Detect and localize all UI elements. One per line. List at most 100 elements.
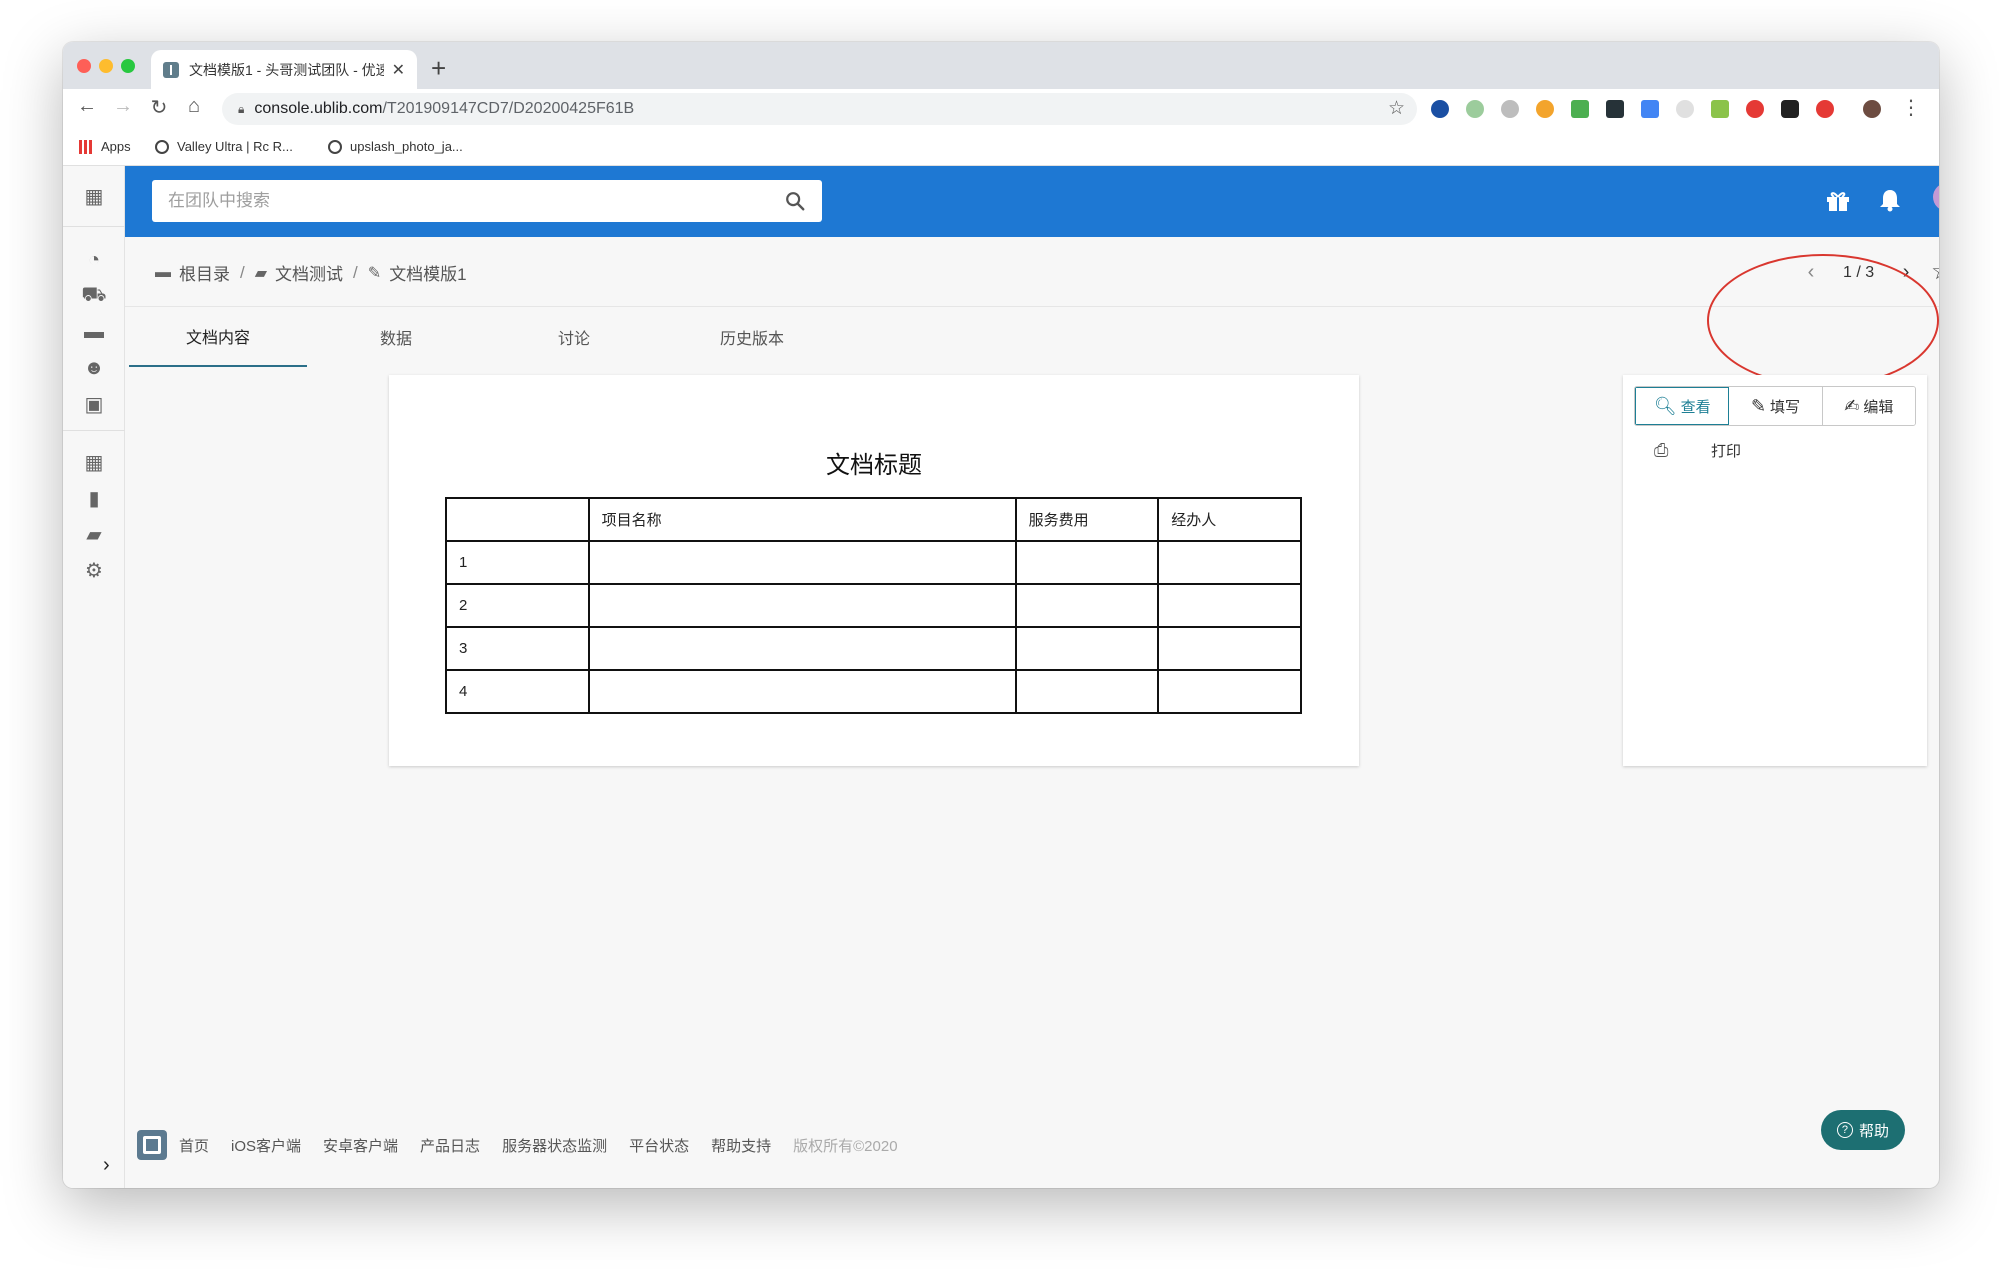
fill-button[interactable]: ✎ 填写: [1729, 387, 1823, 425]
help-label: 帮助: [1858, 1122, 1889, 1140]
team-icon[interactable]: ☻: [82, 356, 106, 380]
tab-close-icon[interactable]: ✕: [392, 60, 405, 80]
table-cell: [587, 669, 1017, 714]
table-cell: [1014, 669, 1160, 714]
table-cell: 2: [445, 583, 590, 628]
trash-icon[interactable]: ▮: [82, 486, 106, 510]
lock-icon: 🔒︎: [238, 101, 245, 116]
gear-icon[interactable]: ⚙: [82, 558, 106, 582]
tab-data[interactable]: 数据: [307, 307, 485, 367]
view-button[interactable]: 🔍︎ 查看: [1635, 387, 1730, 425]
building-icon[interactable]: ▦: [82, 184, 106, 208]
search-icon[interactable]: [784, 190, 806, 212]
green-extension-icon[interactable]: [1466, 100, 1484, 118]
footer-link-home[interactable]: 首页: [179, 1135, 209, 1156]
browser-tab-title: 文档模版1 - 头哥测试团队 - 优速: [189, 61, 384, 78]
drive-icon: ▬: [155, 263, 171, 281]
maximize-window-button[interactable]: [121, 59, 135, 73]
footer-copyright: 版权所有©2020: [793, 1137, 898, 1155]
document-search-icon: 🔍︎: [1653, 395, 1677, 416]
bookmark-label: Valley Ultra | Rc R...: [177, 139, 293, 154]
print-label: 打印: [1711, 443, 1742, 460]
team-search-box[interactable]: [152, 180, 822, 222]
document-edit-icon: ✎: [367, 264, 382, 282]
table-header-row: 项目名称 服务费用 经办人: [445, 497, 1302, 542]
building-icon[interactable]: ▦: [82, 450, 106, 474]
sidebar-divider: [63, 226, 125, 227]
minimize-window-button[interactable]: [99, 59, 113, 73]
bell-icon[interactable]: [1879, 188, 1901, 212]
bookmarks-bar: Apps Valley Ultra | Rc R... upslash_phot…: [63, 129, 1939, 166]
search-input[interactable]: [168, 191, 784, 211]
footer-link-ios[interactable]: iOS客户端: [231, 1135, 301, 1156]
folder-info-icon[interactable]: ▰: [82, 522, 106, 546]
document-title: 文档标题: [826, 451, 922, 479]
briefcase-icon[interactable]: ▣: [82, 392, 106, 416]
js-extension-icon[interactable]: [1711, 100, 1729, 118]
footer-link-platform-status[interactable]: 平台状态: [629, 1135, 689, 1156]
sidebar-divider: [63, 430, 125, 431]
edit-button[interactable]: ✍ 编辑: [1822, 387, 1915, 425]
bookmark-valley[interactable]: Valley Ultra | Rc R...: [155, 139, 293, 154]
favorite-star-icon[interactable]: ☆: [1931, 257, 1939, 286]
tab-discussion[interactable]: 讨论: [485, 307, 663, 367]
close-window-button[interactable]: [77, 59, 91, 73]
table-cell: [1157, 669, 1302, 714]
back-arrow-icon[interactable]: ←: [73, 95, 101, 118]
url-path: /T201909147CD7/D20200425F61B: [382, 100, 635, 117]
print-button[interactable]: ⎙ 打印: [1654, 440, 1741, 461]
user-avatar[interactable]: 尹: [1933, 183, 1939, 211]
tab-content[interactable]: 文档内容: [129, 307, 307, 367]
browser-tab[interactable]: 文档模版1 - 头哥测试团队 - 优速 ✕: [151, 50, 417, 89]
edit-button-label: 编辑: [1863, 398, 1894, 416]
bookmark-label: upslash_photo_ja...: [350, 139, 463, 154]
react-extension-icon[interactable]: [1606, 100, 1624, 118]
table-cell: [1014, 626, 1160, 671]
footer-link-server-status[interactable]: 服务器状态监测: [502, 1135, 607, 1156]
bookmark-upslash[interactable]: upslash_photo_ja...: [328, 139, 463, 154]
home-icon[interactable]: ⌂: [180, 95, 208, 118]
table-header-cell: 项目名称: [587, 497, 1017, 542]
footer-link-changelog[interactable]: 产品日志: [420, 1135, 480, 1156]
breadcrumb: ▬ 根目录 / ▰ 文档测试 / ✎ 文档模版1: [155, 260, 467, 285]
browser-menu-icon[interactable]: ⋮: [1897, 95, 1925, 120]
rss-feed-icon[interactable]: ◔: [82, 248, 106, 272]
fill-button-label: 填写: [1770, 398, 1801, 416]
bookmark-apps[interactable]: Apps: [79, 139, 131, 154]
help-button[interactable]: ? 帮助: [1821, 1110, 1905, 1150]
browser-tab-strip: 文档模版1 - 头哥测试团队 - 优速 ✕ +: [63, 42, 1939, 89]
breadcrumb-separator: /: [353, 262, 358, 282]
view-button-label: 查看: [1680, 398, 1711, 416]
breadcrumb-folder[interactable]: ▰ 文档测试: [255, 260, 343, 285]
forward-arrow-icon[interactable]: →: [109, 95, 137, 118]
app-logo-icon[interactable]: [137, 1130, 167, 1160]
folder-icon: ▰: [254, 264, 268, 282]
footer-link-support[interactable]: 帮助支持: [711, 1135, 771, 1156]
pencil-icon: ✎: [1750, 395, 1767, 416]
expand-sidebar-icon[interactable]: ›: [103, 1154, 110, 1177]
gear-extension-icon[interactable]: [1501, 100, 1519, 118]
profile-avatar-icon[interactable]: [1863, 100, 1881, 118]
bw-extension-icon[interactable]: [1571, 100, 1589, 118]
app-header: 尹: [125, 166, 1939, 237]
badge-extension-icon[interactable]: [1816, 100, 1834, 118]
tab-history[interactable]: 历史版本: [663, 307, 841, 367]
gift-icon[interactable]: [1825, 188, 1851, 212]
bolt-extension-icon[interactable]: [1676, 100, 1694, 118]
table-row: 2: [445, 583, 1302, 628]
table-cell: [587, 540, 1017, 585]
password-extension-icon[interactable]: [1431, 100, 1449, 118]
dark-extension-icon[interactable]: [1781, 100, 1799, 118]
translate-extension-icon[interactable]: [1641, 100, 1659, 118]
footer-link-android[interactable]: 安卓客户端: [323, 1135, 398, 1156]
bookmark-star-icon[interactable]: ☆: [1388, 97, 1405, 120]
address-bar[interactable]: 🔒︎ console.ublib.com/T201909147CD7/D2020…: [222, 93, 1417, 125]
drive-icon[interactable]: ▬: [82, 320, 106, 344]
new-tab-button[interactable]: +: [431, 53, 446, 84]
breadcrumb-root[interactable]: ▬ 根目录: [155, 260, 230, 285]
mode-toggle-group: 🔍︎ 查看 ✎ 填写 ✍ 编辑: [1634, 386, 1916, 426]
color-extension-icon[interactable]: [1536, 100, 1554, 118]
cart-icon[interactable]: ⛟: [81, 284, 106, 308]
red-extension-icon[interactable]: [1746, 100, 1764, 118]
reload-icon[interactable]: ↻: [145, 95, 173, 120]
